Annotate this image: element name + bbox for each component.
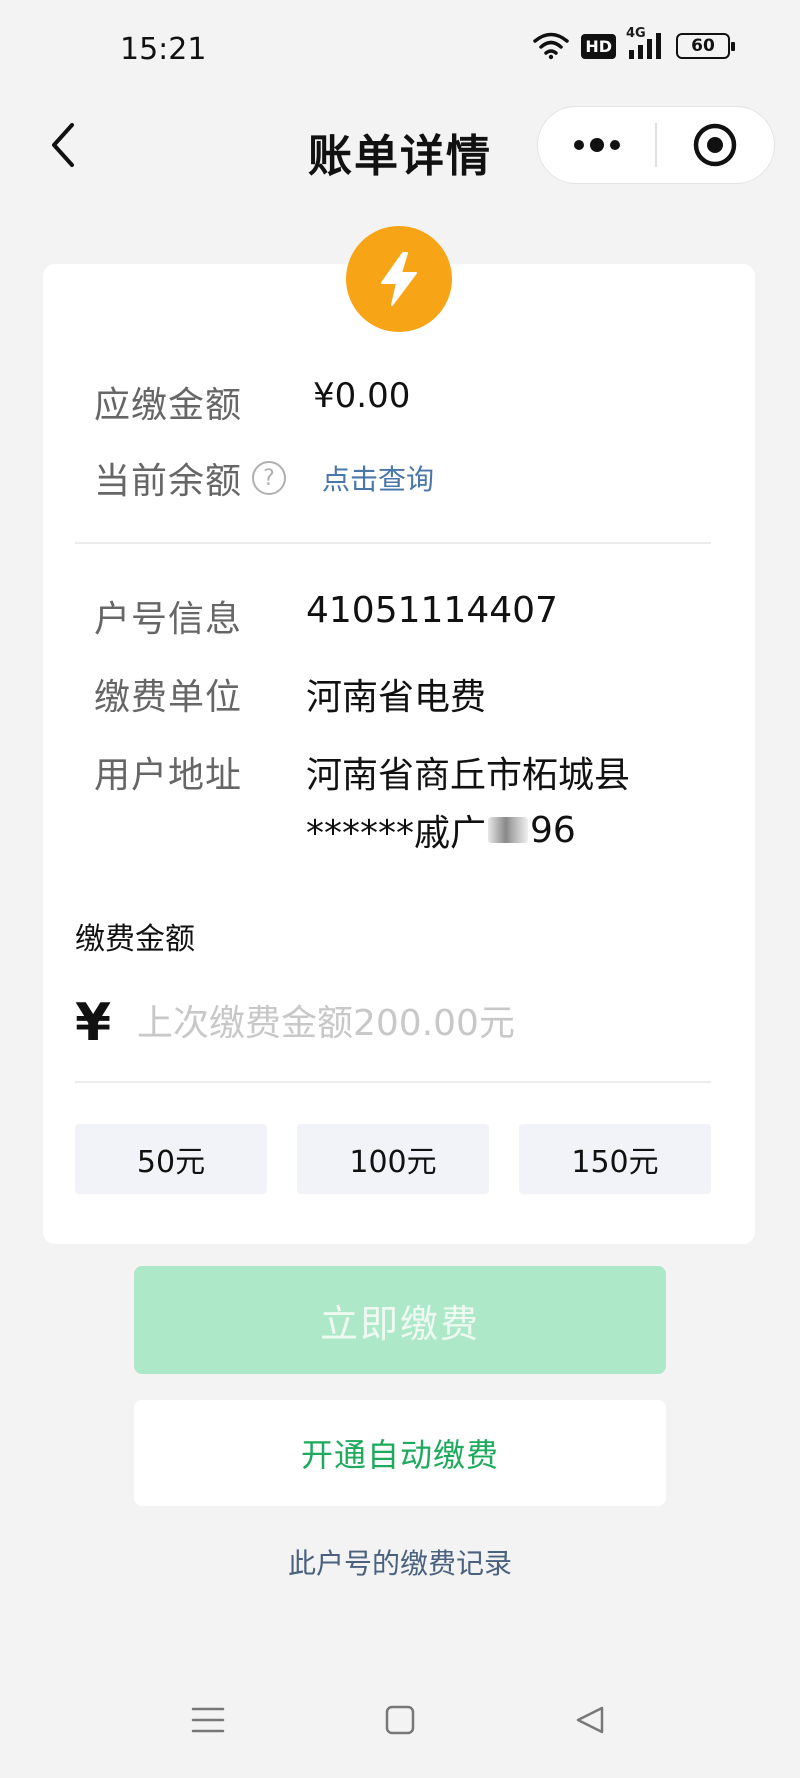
due-amount-value: ¥0.00: [313, 376, 411, 416]
address-line-2: ******戚广 96: [306, 804, 630, 856]
mini-program-capsule: [537, 106, 775, 184]
pay-unit-value: 河南省电费: [306, 677, 487, 718]
menu-icon[interactable]: [178, 1680, 238, 1760]
quick-amount-50-button[interactable]: 50元: [75, 1124, 267, 1194]
amount-input-row: ¥: [75, 988, 711, 1058]
account-id-label: 户号信息: [94, 599, 243, 640]
auto-pay-button[interactable]: 开通自动缴费: [134, 1400, 666, 1506]
address-value: 河南省商丘市柘城县 ******戚广 96: [306, 746, 630, 856]
battery-level: 60: [691, 36, 715, 56]
status-bar: 15:21 HD 4G 60: [0, 0, 800, 100]
pay-unit-row: 缴费单位 河南省电费: [94, 668, 486, 720]
signal-icon: 4G: [626, 26, 664, 60]
address-line-2-end: 96: [530, 809, 576, 851]
back-nav-icon[interactable]: [560, 1680, 620, 1760]
amount-input[interactable]: [137, 1002, 697, 1044]
network-type: 4G: [626, 26, 646, 41]
system-nav-bar: [0, 1680, 800, 1760]
electricity-bolt-icon: [346, 226, 452, 332]
address-line-2-text: ******戚广: [306, 813, 487, 854]
balance-row: 当前余额 ? 点击查询: [94, 452, 434, 504]
balance-label: 当前余额: [94, 461, 243, 502]
nav-bar: 账单详情: [0, 100, 800, 190]
account-id-row: 户号信息 41051114407: [94, 590, 558, 642]
status-icons: HD 4G 60: [533, 26, 735, 60]
pay-now-button[interactable]: 立即缴费: [134, 1266, 666, 1374]
wifi-icon: [533, 32, 570, 60]
divider: [75, 1081, 711, 1083]
close-mini-program-icon[interactable]: [657, 107, 774, 183]
payment-records-link[interactable]: 此户号的缴费记录: [0, 1542, 800, 1582]
hd-icon: HD: [581, 33, 616, 59]
pay-unit-label: 缴费单位: [94, 677, 243, 718]
due-amount-label: 应缴金额: [94, 385, 243, 426]
address-label: 用户地址: [94, 755, 243, 796]
bill-card: 应缴金额 ¥0.00 当前余额 ? 点击查询 户号信息 41051114407 …: [43, 264, 755, 1244]
home-icon[interactable]: [370, 1680, 430, 1760]
more-icon[interactable]: [538, 107, 655, 183]
help-icon[interactable]: ?: [252, 461, 287, 495]
address-row: 用户地址 河南省商丘市柘城县 ******戚广 96: [94, 746, 630, 856]
balance-query-link[interactable]: 点击查询: [322, 458, 434, 498]
pay-amount-label: 缴费金额: [75, 922, 195, 957]
quick-amount-100-button[interactable]: 100元: [297, 1124, 489, 1194]
status-time: 15:21: [120, 32, 207, 67]
currency-symbol: ¥: [75, 993, 112, 1053]
quick-amount-row: 50元 100元 150元: [75, 1124, 711, 1194]
due-amount-row: 应缴金额 ¥0.00: [94, 376, 410, 428]
address-line-1: 河南省商丘市柘城县: [306, 755, 631, 796]
battery-icon: 60: [676, 33, 735, 59]
account-id-value: 41051114407: [306, 590, 558, 631]
quick-amount-150-button[interactable]: 150元: [519, 1124, 711, 1194]
redaction-blur: [488, 817, 529, 843]
divider: [75, 542, 711, 544]
